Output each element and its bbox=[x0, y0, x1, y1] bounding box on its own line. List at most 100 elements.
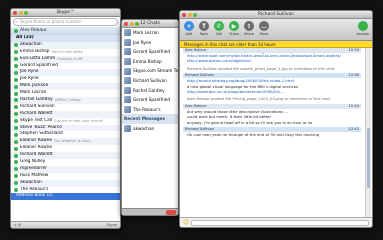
contact-row[interactable]: Mark Jackson bbox=[11, 83, 120, 91]
contact-name: akwachan bbox=[20, 41, 42, 47]
call-button[interactable]: ✆ Call bbox=[213, 21, 225, 36]
chat-scrollbar[interactable] bbox=[365, 48, 371, 217]
contact-row[interactable]: Richard Wallett bbox=[11, 110, 120, 118]
toolbar-label: Video bbox=[229, 32, 239, 36]
contacts-titlebar: Skype™ bbox=[11, 9, 120, 17]
contact-row[interactable]: The Rekaus's bbox=[11, 187, 120, 194]
contact-name: Richard Sullivan bbox=[20, 103, 55, 109]
contact-name: Richard Wallett bbox=[20, 110, 53, 116]
contact-name: akwachan bbox=[20, 179, 42, 185]
contacts-window: Skype™ ⌕ Skype Name or phone number Alex… bbox=[10, 8, 121, 229]
chat-name: Joe Ryne bbox=[133, 39, 152, 45]
scrollbar-thumb[interactable] bbox=[367, 128, 370, 188]
old-messages-notice: Messages in this chat are older than 14 … bbox=[180, 41, 372, 48]
message-text: anyway, I'm gonna head off in a bit so I… bbox=[187, 119, 313, 125]
share-button[interactable]: ⇪ Share bbox=[243, 21, 255, 36]
message-link[interactable]: http://www.boston.com/digestive/ bbox=[183, 58, 361, 63]
contact-mood: Back in the office bbox=[51, 49, 83, 54]
message-text: Ok cool man yeah im through at the end o… bbox=[187, 132, 320, 138]
topic-button[interactable]: T Topic bbox=[198, 21, 210, 36]
online-status-icon bbox=[14, 29, 18, 33]
contact-row[interactable]: Emma Bishop Back in the office bbox=[11, 49, 120, 56]
contact-row[interactable]: Richard Wallett bbox=[11, 152, 120, 160]
add-icon: + bbox=[184, 21, 194, 31]
contact-name: Skype Test Call bbox=[20, 117, 53, 123]
contact-name: Rachel Gantley bbox=[20, 97, 53, 103]
contact-row[interactable]: Eleanor Rowne The weather is nice... bbox=[11, 138, 120, 146]
footer-add-button[interactable]: + ⚙ bbox=[14, 222, 21, 228]
online-status-icon bbox=[14, 132, 18, 137]
end-call-button[interactable] bbox=[166, 210, 176, 215]
contact-row[interactable]: Richard Sullivan bbox=[11, 104, 120, 111]
online-status-icon bbox=[14, 160, 18, 165]
contact-row[interactable]: mgreedarrer bbox=[11, 165, 120, 173]
chat-name: Rachel Gantley bbox=[133, 87, 165, 93]
avatar bbox=[124, 58, 131, 66]
topic-icon: T bbox=[199, 21, 209, 31]
chat-list: Mark Lecran Joe Ryne Gerard Spanlfried Emma… bbox=[122, 28, 178, 114]
contact-row[interactable]: Russ Mathew bbox=[11, 173, 120, 180]
message-time: 12:42 bbox=[348, 127, 359, 132]
contact-row[interactable]: Stephen Sutherland bbox=[11, 131, 120, 138]
contact-row[interactable]: Eleanor Rowne bbox=[11, 145, 120, 152]
chat-list-item[interactable]: The Rekaus's bbox=[122, 105, 178, 115]
online-status-icon bbox=[14, 181, 18, 186]
add-button[interactable]: + Add bbox=[183, 21, 195, 36]
contact-row[interactable]: Joe Ryne bbox=[11, 69, 120, 77]
contact-row[interactable]: All (23) bbox=[11, 35, 120, 42]
toolbar-label: Call bbox=[215, 32, 223, 36]
contact-row[interactable]: Address Book (2) bbox=[11, 193, 120, 201]
contact-row[interactable]: Gerard Spanlfried bbox=[11, 63, 120, 70]
contact-name: Eleanor Rowne bbox=[20, 145, 52, 151]
chat-list-item[interactable]: Rachel Gantley bbox=[122, 86, 178, 96]
message-composer: ☺ bbox=[180, 217, 372, 227]
toolbar-label: Share bbox=[243, 32, 255, 36]
chat-list-item[interactable]: Gerard Spanlfried bbox=[122, 95, 178, 105]
contact-name: Greg Nulley bbox=[20, 159, 46, 165]
chat-list-item[interactable]: akwachan bbox=[122, 124, 178, 134]
answer-button[interactable]: Answer bbox=[357, 21, 369, 36]
search-placeholder: Skype Name or phone number bbox=[20, 19, 82, 24]
contact-row[interactable]: Steve 'Buzz' Pearce bbox=[11, 124, 120, 132]
message-input[interactable] bbox=[191, 219, 369, 226]
contact-name: Gerard Spanlfried bbox=[20, 62, 59, 68]
contacts-footer: + ⚙ Skype bbox=[11, 221, 120, 228]
chat-list-item[interactable]: Joe Ryne bbox=[122, 38, 178, 48]
contact-row[interactable]: akwachan bbox=[11, 41, 120, 49]
contact-row[interactable]: Skype Test Call Call me to test your soun… bbox=[11, 118, 120, 125]
online-status-icon bbox=[14, 64, 18, 68]
avatar bbox=[124, 67, 131, 75]
chat-window: Richard Sullivan + Add T Topic ✆ Call ▶ Video ⇪ S… bbox=[179, 10, 373, 228]
toolbar-label: Add bbox=[185, 32, 193, 36]
video-button[interactable]: ▶ Video bbox=[228, 21, 240, 36]
message-group: Richard Sullivan 12:42 Ok cool man yeah im… bbox=[183, 127, 361, 137]
search-input[interactable]: ⌕ Skype Name or phone number bbox=[13, 18, 118, 26]
contact-row[interactable]: Rachel Gantley Offline_Calling bbox=[11, 97, 120, 104]
contact-row[interactable]: Mark Lecran bbox=[11, 90, 120, 97]
toolbar-label: Topic bbox=[199, 32, 209, 36]
chat-name: Skype.com Stream Team bbox=[133, 68, 178, 74]
contact-name: Joe Ryne bbox=[20, 69, 39, 75]
emoticon-icon[interactable]: ☺ bbox=[183, 219, 189, 226]
chat-list-item[interactable]: Richard Sullivan bbox=[122, 76, 178, 86]
contact-row[interactable]: Greg Nulley bbox=[11, 159, 120, 166]
contact-row[interactable]: akwachan bbox=[11, 179, 120, 187]
online-status-icon bbox=[14, 91, 18, 96]
more-button[interactable]: … More bbox=[258, 21, 270, 36]
contact-name: Russ Mathew bbox=[20, 172, 49, 178]
contact-row[interactable]: Joe Ryne bbox=[11, 76, 120, 83]
my-profile-bar[interactable]: Alex Rokaur bbox=[11, 27, 120, 35]
recent-messages-header: Recent Messages bbox=[122, 114, 178, 124]
chat-list-item[interactable]: Skype.com Stream Team bbox=[122, 66, 178, 76]
chat-list-item[interactable]: Mark Lecran bbox=[122, 28, 178, 38]
chats-footer bbox=[122, 208, 178, 215]
contact-row[interactable]: Eva-Lotta Lamm Holidays in NY bbox=[11, 55, 120, 63]
chat-list-item[interactable]: Emma Bishop bbox=[122, 57, 178, 67]
chats-window: 12 Chats Mark Lecran Joe Ryne Gerard Spanl… bbox=[121, 19, 179, 216]
online-status-icon bbox=[14, 139, 18, 144]
message-link[interactable]: http://www.bbc.co.uk/blogs/bbcinternet/2… bbox=[183, 89, 361, 94]
chat-list-item[interactable]: Gerard Spanlfried bbox=[122, 47, 178, 57]
window-title: 12 Chats bbox=[139, 21, 161, 26]
online-status-icon bbox=[14, 105, 18, 110]
contact-list: All (23) akwachan Emma Bishop Back in the o… bbox=[11, 35, 120, 201]
